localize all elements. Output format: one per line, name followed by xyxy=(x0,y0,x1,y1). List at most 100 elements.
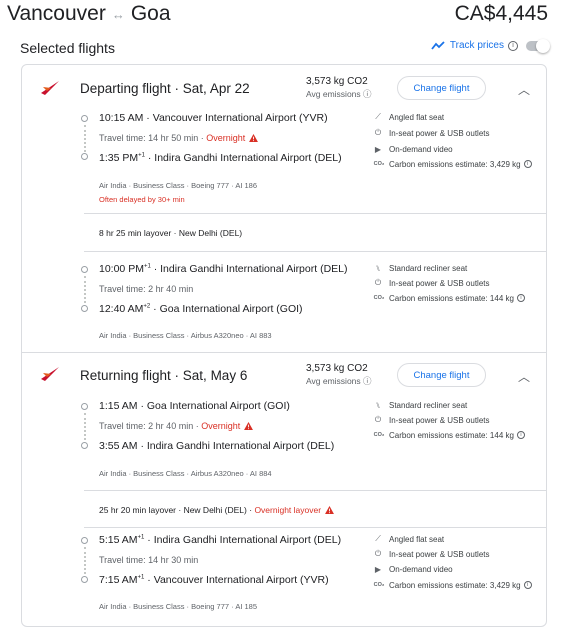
timeline-line xyxy=(84,125,86,152)
info-icon[interactable]: i xyxy=(523,581,532,589)
amenity-item: ⑊ Standard recliner seat xyxy=(373,263,468,273)
co2-icon: CO₂ xyxy=(373,582,385,588)
air-india-logo-icon xyxy=(41,81,59,95)
amenity-item: CO₂ Carbon emissions estimate: 144 kg i xyxy=(373,430,525,440)
angled-seat-icon: ⟋ xyxy=(375,534,381,543)
co2-icon: CO₂ xyxy=(373,161,385,167)
route-title: Vancouver ↔ Goa xyxy=(7,2,171,26)
returning-leg2-depart: 5:15 AM+1 · Indira Gandhi International … xyxy=(99,534,342,546)
co2-icon: CO₂ xyxy=(373,295,385,301)
amenity-item: ⏻ In-seat power & USB outlets xyxy=(374,415,490,425)
warning-icon xyxy=(249,134,259,142)
track-prices-toggle[interactable] xyxy=(526,38,550,53)
depart-dot-icon xyxy=(81,403,88,410)
returning-leg2-travel: Travel time: 14 hr 30 min xyxy=(99,555,199,565)
arrive-dot-icon xyxy=(81,442,88,449)
angled-seat-icon: ⟋ xyxy=(375,112,381,121)
co2-icon: CO₂ xyxy=(373,432,385,438)
collapse-chevron-icon[interactable]: ︿ xyxy=(518,368,530,385)
destination-city: Goa xyxy=(130,2,171,25)
track-prices[interactable]: Track prices i xyxy=(431,38,550,53)
air-india-logo-icon xyxy=(41,367,59,381)
power-plug-icon: ⏻ xyxy=(374,549,382,558)
swap-icon: ↔ xyxy=(111,6,125,22)
arrive-dot-icon xyxy=(81,153,88,160)
amenity-item: ⏻ In-seat power & USB outlets xyxy=(374,128,490,138)
amenity-item: ▶ On-demand video xyxy=(374,564,453,574)
video-icon: ▶ xyxy=(374,144,382,154)
delay-warning: Often delayed by 30+ min xyxy=(99,195,185,204)
amenity-item: ⏻ In-seat power & USB outlets xyxy=(374,549,490,559)
divider xyxy=(84,213,546,214)
divider xyxy=(84,527,546,528)
depart-dot-icon xyxy=(81,537,88,544)
amenity-item: ⟋ Angled flat seat xyxy=(373,534,444,544)
depart-dot-icon xyxy=(81,115,88,122)
amenity-item: CO₂ Carbon emissions estimate: 3,429 kg i xyxy=(373,580,532,590)
info-icon[interactable]: i xyxy=(516,294,525,302)
recliner-seat-icon: ⑊ xyxy=(375,400,381,410)
track-prices-label: Track prices xyxy=(449,40,504,51)
trend-chart-icon xyxy=(431,41,445,50)
avg-emissions-label: Avg emissions ⓘ xyxy=(306,89,372,99)
header: Vancouver ↔ Goa CA$4,445 xyxy=(0,0,564,30)
divider xyxy=(84,490,546,491)
amenity-item: ⑊ Standard recliner seat xyxy=(373,400,468,410)
departing-leg2-arrive: 12:40 AM+2 · Goa International Airport (… xyxy=(99,303,303,315)
video-icon: ▶ xyxy=(374,564,382,574)
timeline-line xyxy=(84,547,86,574)
returning-leg2-meta: Air India · Business Class · Boeing 777 … xyxy=(99,602,257,611)
timeline-line xyxy=(84,413,86,440)
departing-layover: 8 hr 25 min layover · New Delhi (DEL) xyxy=(99,228,243,238)
change-departing-flight-button[interactable]: Change flight xyxy=(397,76,486,100)
info-icon[interactable]: i xyxy=(508,40,518,51)
change-returning-flight-button[interactable]: Change flight xyxy=(397,363,486,387)
departing-leg1-depart: 10:15 AM · Vancouver International Airpo… xyxy=(99,112,328,124)
power-plug-icon: ⏻ xyxy=(374,415,382,424)
departing-leg1-meta: Air India · Business Class · Boeing 777 … xyxy=(99,181,257,190)
info-icon[interactable]: ⓘ xyxy=(363,376,372,386)
returning-leg1-depart: 1:15 AM · Goa International Airport (GOI… xyxy=(99,400,290,412)
avg-emissions-label: Avg emissions ⓘ xyxy=(306,376,372,386)
timeline-line xyxy=(84,276,86,303)
arrive-dot-icon xyxy=(81,576,88,583)
depart-dot-icon xyxy=(81,266,88,273)
warning-icon xyxy=(244,422,254,430)
arrive-dot-icon xyxy=(81,305,88,312)
returning-section: Returning flight · Sat, May 6 3,573 kg C… xyxy=(22,353,546,626)
departing-leg2-meta: Air India · Business Class · Airbus A320… xyxy=(99,331,272,340)
returning-flight-title: Returning flight · Sat, May 6 xyxy=(80,368,248,383)
warning-icon xyxy=(325,506,335,514)
co2-value: 3,573 kg CO2 xyxy=(306,363,368,374)
departing-section: Departing flight · Sat, Apr 22 3,573 kg … xyxy=(22,65,546,355)
selected-flights-heading: Selected flights xyxy=(20,40,115,56)
returning-co2: 3,573 kg CO2 Avg emissions ⓘ xyxy=(306,363,372,387)
returning-leg1-meta: Air India · Business Class · Airbus A320… xyxy=(99,469,272,478)
returning-leg2-arrive: 7:15 AM+1 · Vancouver International Airp… xyxy=(99,574,329,586)
returning-leg1-arrive: 3:55 AM · Indira Gandhi International Ai… xyxy=(99,440,335,452)
departing-leg2-travel: Travel time: 2 hr 40 min xyxy=(99,284,194,294)
info-icon[interactable]: i xyxy=(523,160,532,168)
power-plug-icon: ⏻ xyxy=(374,278,382,287)
flights-card: Departing flight · Sat, Apr 22 3,573 kg … xyxy=(21,64,547,627)
info-icon[interactable]: ⓘ xyxy=(363,89,372,99)
amenity-item: ⏻ In-seat power & USB outlets xyxy=(374,278,490,288)
amenity-item: ⟋ Angled flat seat xyxy=(373,112,444,122)
recliner-seat-icon: ⑊ xyxy=(375,263,381,273)
collapse-chevron-icon[interactable]: ︿ xyxy=(518,81,530,98)
departing-leg2-depart: 10:00 PM+1 · Indira Gandhi International… xyxy=(99,263,348,275)
amenity-item: CO₂ Carbon emissions estimate: 3,429 kg i xyxy=(373,159,532,169)
co2-value: 3,573 kg CO2 xyxy=(306,76,368,87)
power-plug-icon: ⏻ xyxy=(374,128,382,137)
amenity-item: CO₂ Carbon emissions estimate: 144 kg i xyxy=(373,293,525,303)
departing-flight-title: Departing flight · Sat, Apr 22 xyxy=(80,81,250,96)
origin-city: Vancouver xyxy=(7,2,106,25)
total-price: CA$4,445 xyxy=(454,2,548,25)
departing-leg1-arrive: 1:35 PM+1 · Indira Gandhi International … xyxy=(99,152,342,164)
divider xyxy=(84,251,546,252)
amenity-item: ▶ On-demand video xyxy=(374,144,453,154)
departing-leg1-travel: Travel time: 14 hr 50 min · Overnight xyxy=(99,133,259,143)
returning-layover: 25 hr 20 min layover · New Delhi (DEL) ·… xyxy=(99,505,335,515)
departing-co2: 3,573 kg CO2 Avg emissions ⓘ xyxy=(306,76,372,100)
info-icon[interactable]: i xyxy=(516,431,525,439)
